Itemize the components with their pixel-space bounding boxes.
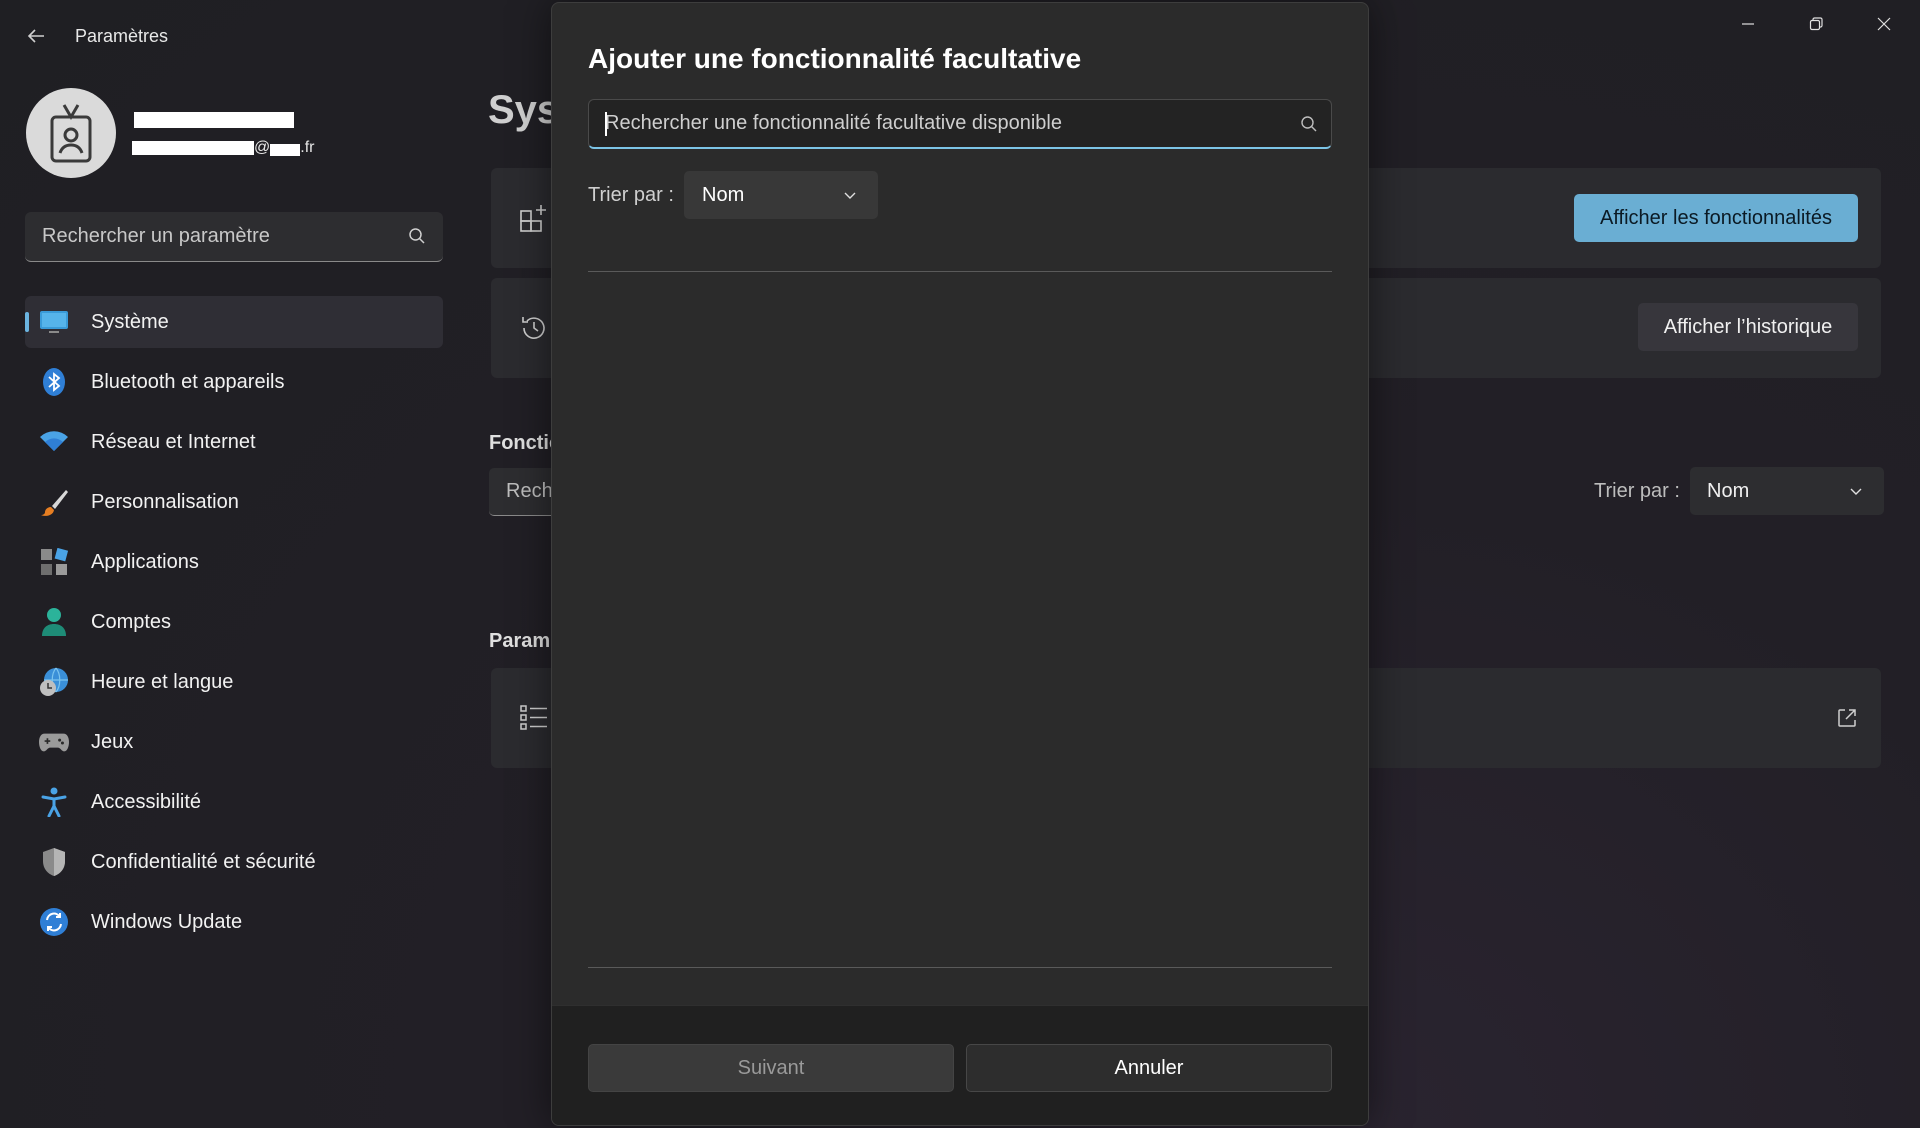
sort-select[interactable]: Nom bbox=[684, 171, 878, 219]
bluetooth-icon bbox=[39, 367, 69, 397]
close-button[interactable] bbox=[1856, 8, 1912, 40]
sidebar-item-label: Comptes bbox=[91, 610, 172, 633]
settings-search[interactable] bbox=[25, 212, 443, 262]
email-suffix: .fr bbox=[300, 139, 315, 156]
next-button[interactable]: Suivant bbox=[588, 1044, 954, 1092]
restore-icon bbox=[1809, 17, 1823, 31]
background-sort-label: Trier par : bbox=[1594, 480, 1680, 502]
search-icon bbox=[409, 228, 425, 244]
add-optional-feature-dialog: Ajouter une fonctionnalité facultative T… bbox=[551, 2, 1369, 1126]
email-local-redacted bbox=[132, 141, 254, 155]
feature-list[interactable] bbox=[588, 272, 1332, 966]
sidebar-nav: Système Bluetooth et appareils Réseau et… bbox=[25, 296, 443, 956]
back-button[interactable] bbox=[20, 20, 52, 52]
sidebar-item-jeux[interactable]: Jeux bbox=[25, 716, 443, 768]
sidebar-item-applications[interactable]: Applications bbox=[25, 536, 443, 588]
gamepad-icon bbox=[39, 727, 69, 757]
search-icon bbox=[1301, 116, 1317, 132]
sidebar-item-label: Système bbox=[91, 310, 169, 333]
add-app-icon bbox=[517, 201, 551, 235]
section-heading-related: Param bbox=[489, 630, 551, 652]
settings-search-input[interactable] bbox=[25, 212, 395, 260]
minimize-button[interactable] bbox=[1720, 8, 1776, 40]
background-sort-select[interactable]: Nom bbox=[1690, 467, 1884, 515]
restore-button[interactable] bbox=[1788, 8, 1844, 40]
sidebar-item-label: Windows Update bbox=[91, 910, 243, 933]
email-domain-redacted bbox=[270, 144, 301, 156]
view-history-button[interactable]: Afficher l’historique bbox=[1638, 303, 1858, 351]
sidebar-item-label: Jeux bbox=[91, 730, 134, 753]
sidebar-item-personnalisation[interactable]: Personnalisation bbox=[25, 476, 443, 528]
back-arrow-icon bbox=[27, 29, 44, 43]
chevron-down-icon bbox=[1850, 488, 1862, 495]
text-caret bbox=[605, 112, 607, 136]
shield-icon bbox=[39, 847, 69, 877]
avatar bbox=[26, 88, 116, 178]
dialog-footer: Suivant Annuler bbox=[552, 1005, 1368, 1125]
sidebar-item-confidentialite[interactable]: Confidentialité et sécurité bbox=[25, 836, 443, 888]
sidebar-item-label: Personnalisation bbox=[91, 490, 239, 513]
sidebar-item-systeme[interactable]: Système bbox=[25, 296, 443, 348]
globe-clock-icon bbox=[39, 667, 69, 697]
list-icon bbox=[517, 701, 551, 735]
section-heading-installed: Fonctic bbox=[489, 432, 561, 454]
sidebar-item-reseau[interactable]: Réseau et Internet bbox=[25, 416, 443, 468]
background-sort-value: Nom bbox=[1707, 479, 1750, 502]
history-icon bbox=[517, 311, 551, 345]
dialog-title: Ajouter une fonctionnalité facultative bbox=[588, 43, 1082, 74]
person-icon bbox=[39, 607, 69, 637]
sidebar-item-label: Bluetooth et appareils bbox=[91, 370, 285, 393]
profile-name-redacted bbox=[134, 112, 294, 128]
sidebar-item-windows-update[interactable]: Windows Update bbox=[25, 896, 443, 948]
view-features-button[interactable]: Afficher les fonctionnalités bbox=[1574, 194, 1858, 242]
brush-icon bbox=[39, 487, 69, 517]
sidebar-item-label: Réseau et Internet bbox=[91, 430, 256, 453]
chevron-down-icon bbox=[844, 192, 856, 199]
cancel-button[interactable]: Annuler bbox=[966, 1044, 1332, 1092]
sort-value: Nom bbox=[702, 183, 745, 206]
update-icon bbox=[39, 907, 69, 937]
sidebar-item-comptes[interactable]: Comptes bbox=[25, 596, 443, 648]
monitor-icon bbox=[39, 307, 69, 337]
feature-search[interactable] bbox=[588, 99, 1332, 149]
profile-email: @ .fr bbox=[132, 138, 314, 158]
id-badge-icon bbox=[50, 104, 92, 163]
sidebar-item-label: Heure et langue bbox=[91, 670, 234, 693]
email-at: @ bbox=[254, 139, 271, 156]
external-link-button[interactable] bbox=[1832, 703, 1862, 733]
minimize-icon bbox=[1742, 23, 1754, 25]
apps-icon bbox=[39, 547, 69, 577]
external-link-icon bbox=[1838, 709, 1856, 727]
sort-label: Trier par : bbox=[588, 184, 674, 206]
sidebar-item-heure-langue[interactable]: Heure et langue bbox=[25, 656, 443, 708]
sidebar-item-accessibilite[interactable]: Accessibilité bbox=[25, 776, 443, 828]
sidebar-item-label: Applications bbox=[91, 550, 199, 573]
list-divider-bottom bbox=[588, 967, 1332, 968]
accessibility-icon bbox=[39, 787, 69, 817]
feature-search-input[interactable] bbox=[589, 100, 1279, 146]
wifi-icon bbox=[39, 427, 69, 457]
sidebar-item-label: Confidentialité et sécurité bbox=[91, 850, 316, 873]
sidebar-item-bluetooth[interactable]: Bluetooth et appareils bbox=[25, 356, 443, 408]
close-icon bbox=[1877, 17, 1891, 31]
sidebar-item-label: Accessibilité bbox=[91, 790, 202, 813]
app-title: Paramètres bbox=[75, 26, 169, 46]
